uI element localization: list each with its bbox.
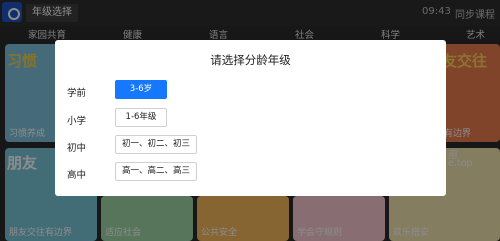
option-junior[interactable]: 初一、初二、初三 xyxy=(115,135,197,154)
grade-select-dialog: 请选择分龄年级 学前 3-6岁 小学 1-6年级 初中 初一、初二、初三 高中 … xyxy=(55,40,446,196)
row-label-primary: 小学 xyxy=(67,116,87,127)
option-primary[interactable]: 1-6年级 xyxy=(115,108,167,127)
row-label-senior: 高中 xyxy=(67,170,87,181)
option-senior[interactable]: 高一、高二、高三 xyxy=(115,162,197,181)
option-preschool[interactable]: 3-6岁 xyxy=(115,80,167,99)
row-label-junior: 初中 xyxy=(67,143,87,154)
row-label-preschool: 学前 xyxy=(67,88,87,99)
dialog-title: 请选择分龄年级 xyxy=(210,53,291,67)
